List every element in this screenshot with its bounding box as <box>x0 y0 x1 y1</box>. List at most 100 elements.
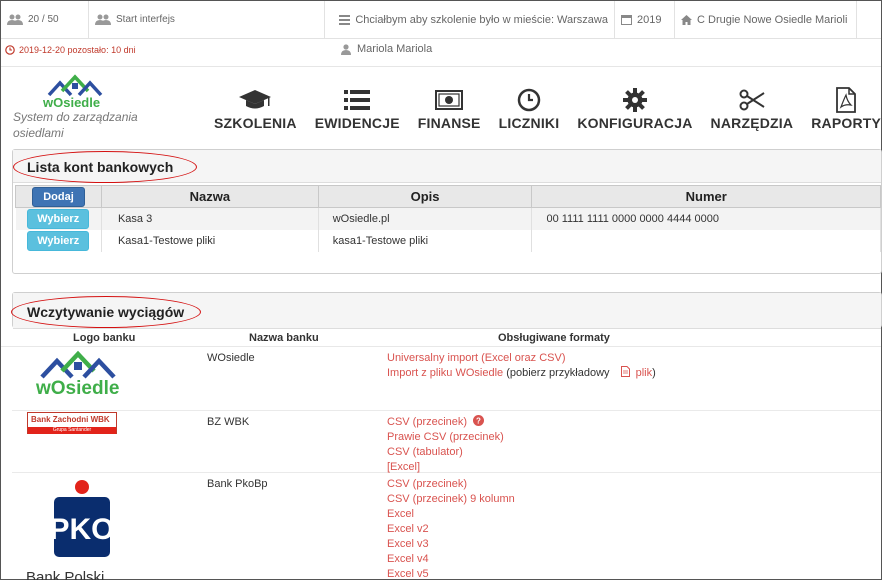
nav-item-narzedzia[interactable]: NARZĘDZIA <box>702 87 803 133</box>
table-row[interactable]: Wybierz Kasa1-Testowe pliki kasa1-Testow… <box>15 229 881 252</box>
account-name: Kasa 3 <box>101 207 319 230</box>
license-expiry: 2019-12-20 pozostało: 10 dni <box>5 45 136 55</box>
select-account-button[interactable]: Wybierz <box>27 208 90 229</box>
account-name: Kasa1-Testowe pliki <box>101 229 319 252</box>
bank-formats: CSV (przecinek) CSV (przecinek) 9 kolumn… <box>387 477 515 580</box>
format-item: CSV (przecinek) ? <box>387 415 504 430</box>
column-header: Nazwa banku <box>249 332 319 344</box>
brand-logo[interactable]: wOsiedle <box>41 73 109 112</box>
account-desc: wOsiedle.pl <box>318 207 533 230</box>
current-user-name: Mariola Mariola <box>357 43 433 55</box>
format-link[interactable]: CSV (przecinek) <box>387 416 467 428</box>
home-icon <box>681 14 692 25</box>
nav-item-finanse[interactable]: FINANSE <box>409 87 490 133</box>
current-user[interactable]: Mariola Mariola <box>341 43 432 55</box>
format-link[interactable]: CSV (przecinek) 9 kolumn <box>387 492 515 507</box>
logo-houses-icon: wOsiedle <box>42 74 103 110</box>
list-icon <box>344 90 371 110</box>
main-nav: SZKOLENIA EWIDENCJE FINANSE LICZNIKI KON… <box>205 87 882 133</box>
bank-logo-subtext: Grupa Santander <box>28 427 116 434</box>
bank-row-bzwbk: Bank Zachodni WBK Grupa Santander BZ WBK… <box>12 411 881 473</box>
help-icon[interactable]: ? <box>473 415 485 426</box>
table-header-row: Dodaj Nazwa Opis Numer <box>15 185 881 208</box>
bank-name: BZ WBK <box>207 416 250 428</box>
users-icon <box>7 14 23 25</box>
bank-logo-pko: PKO Bank Polski <box>26 480 115 580</box>
license-expiry-text: 2019-12-20 pozostało: 10 dni <box>19 45 136 55</box>
users-icon <box>95 14 111 25</box>
nav-label: NARZĘDZIA <box>710 115 794 131</box>
users-counter: 20 / 50 <box>1 1 89 38</box>
bank-formats: CSV (przecinek) ? Prawie CSV (przecinek)… <box>387 415 504 475</box>
column-header: Nazwa <box>100 185 319 208</box>
column-header: Numer <box>531 185 881 208</box>
nav-label: SZKOLENIA <box>214 115 297 131</box>
training-city-label: Chciałbym aby szkolenie było w mieście: … <box>355 13 608 26</box>
format-link[interactable]: CSV (tabulator) <box>387 445 504 460</box>
nav-label: LICZNIKI <box>498 115 560 131</box>
start-interface-link[interactable]: Start interfejs <box>89 1 325 38</box>
year-selector[interactable]: 2019 <box>615 1 675 38</box>
add-cell: Dodaj <box>15 185 102 208</box>
format-link[interactable]: Excel <box>387 507 515 522</box>
nav-item-konfiguracja[interactable]: KONFIGURACJA <box>568 87 701 133</box>
panel-title: Wczytywanie wyciągów <box>27 304 185 320</box>
sample-file-link[interactable]: plik <box>636 367 653 379</box>
nav-item-szkolenia[interactable]: SZKOLENIA <box>205 87 306 133</box>
year-label: 2019 <box>637 13 662 26</box>
nav-label: RAPORTY <box>811 115 882 131</box>
format-link[interactable]: Excel v2 <box>387 522 515 537</box>
start-interface-label: Start interfejs <box>116 14 175 25</box>
clock-icon <box>517 88 541 112</box>
format-link[interactable]: Prawie CSV (przecinek) <box>387 430 504 445</box>
brand-tagline: System do zarządzania osiedlami <box>13 110 138 140</box>
logo-wordmark: wOsiedle <box>42 95 100 109</box>
column-header: Logo banku <box>73 332 136 344</box>
bank-row-pkobp: PKO Bank Polski Bank PkoBp CSV (przecine… <box>12 473 881 580</box>
status-row: 2019-12-20 pozostało: 10 dni Mariola Mar… <box>1 39 881 61</box>
select-account-button[interactable]: Wybierz <box>27 230 90 251</box>
format-link[interactable]: Universalny import (Excel oraz CSV) <box>387 351 656 366</box>
graduation-cap-icon <box>239 90 272 109</box>
header-divider <box>1 66 881 67</box>
bank-row-wosiedle: wOsiedle WOsiedle Universalny import (Ex… <box>12 347 881 411</box>
format-link[interactable]: Import z pliku WOsiedle <box>387 367 503 379</box>
account-desc: kasa1-Testowe pliki <box>318 229 533 252</box>
estate-selector[interactable]: C Drugie Nowe Osiedle Marioli <box>675 1 857 38</box>
format-link[interactable]: Excel v4 <box>387 552 515 567</box>
bank-logo-text: wOsiedle <box>35 378 119 397</box>
statements-header: Logo banku Nazwa banku Obsługiwane forma… <box>1 329 881 347</box>
bank-logo-text: Bank Polski <box>26 569 104 580</box>
statements-panel: Wczytywanie wyciągów <box>11 292 882 329</box>
download-note: (pobierz przykładowy <box>506 367 610 379</box>
bank-logo-bzwbk: Bank Zachodni WBK Grupa Santander <box>27 412 117 434</box>
file-icon <box>620 366 630 377</box>
format-link[interactable]: Excel v5 <box>387 567 515 580</box>
clock-icon <box>5 45 15 55</box>
nav-label: FINANSE <box>417 115 481 131</box>
nav-item-liczniki[interactable]: LICZNIKI <box>490 87 569 133</box>
column-header: Opis <box>317 185 533 208</box>
user-icon <box>341 43 351 55</box>
pdf-icon <box>836 87 857 113</box>
bank-name: WOsiedle <box>207 352 255 364</box>
bank-name: Bank PkoBp <box>207 478 268 490</box>
account-number <box>531 229 881 252</box>
account-number: 00 1111 1111 0000 0000 4444 0000 <box>531 207 881 230</box>
format-link[interactable]: Excel v3 <box>387 537 515 552</box>
menu-icon <box>339 14 351 25</box>
nav-item-ewidencje[interactable]: EWIDENCJE <box>306 87 409 133</box>
svg-text:?: ? <box>476 417 481 426</box>
table-row[interactable]: Wybierz Kasa 3 wOsiedle.pl 00 1111 1111 … <box>15 207 881 230</box>
nav-item-raporty[interactable]: RAPORTY <box>802 87 882 133</box>
add-account-button[interactable]: Dodaj <box>32 186 85 207</box>
money-icon <box>435 90 464 110</box>
bank-logo-wosiedle: wOsiedle <box>35 350 119 397</box>
bank-accounts-panel: Lista kont bankowych Dodaj Nazwa Opis Nu… <box>12 149 882 274</box>
bank-logo-text: Bank Zachodni WBK <box>28 413 116 427</box>
estate-label: C Drugie Nowe Osiedle Marioli <box>697 13 848 26</box>
gear-icon <box>622 88 647 112</box>
training-city-link[interactable]: Chciałbym aby szkolenie było w mieście: … <box>325 1 615 38</box>
calendar-icon <box>621 15 632 25</box>
format-link[interactable]: CSV (przecinek) <box>387 477 515 492</box>
